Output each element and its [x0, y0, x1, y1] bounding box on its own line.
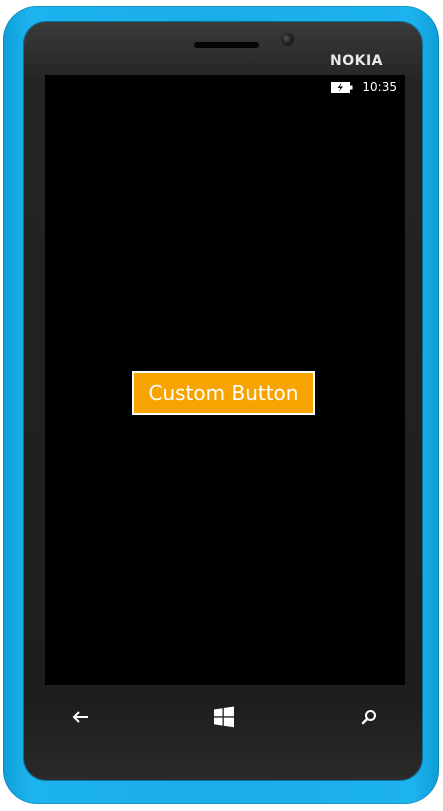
battery-charging-icon — [331, 81, 353, 94]
status-bar: 10:35 — [331, 79, 397, 95]
earpiece-speaker — [194, 42, 259, 48]
brand-logo: NOKIA — [330, 53, 384, 69]
phone-screen: 10:35 Custom Button — [45, 75, 405, 685]
hardware-nav-bar — [24, 686, 422, 746]
custom-button[interactable]: Custom Button — [132, 371, 315, 415]
canvas: NOKIA 10:35 Custom Button — [0, 0, 443, 811]
front-camera-icon — [281, 33, 294, 46]
windows-start-icon[interactable] — [209, 702, 239, 732]
status-time: 10:35 — [362, 80, 397, 94]
search-icon[interactable] — [354, 702, 384, 732]
back-arrow-icon[interactable] — [66, 702, 96, 732]
